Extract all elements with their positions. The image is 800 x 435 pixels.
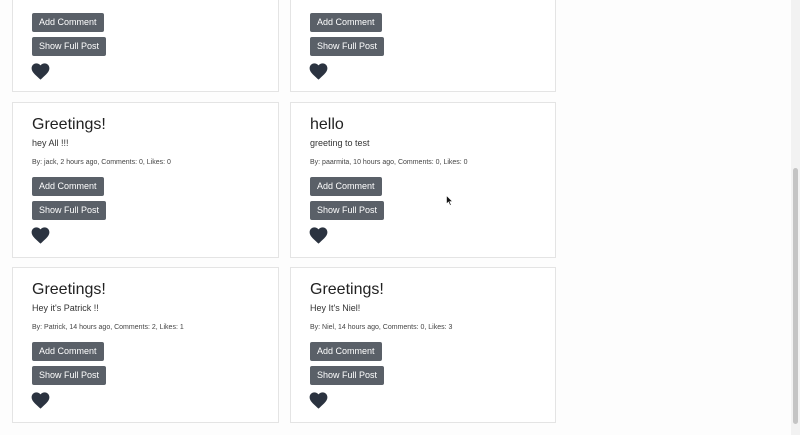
post-card-partial: Add Comment Show Full Post — [290, 0, 556, 92]
post-title: hello — [310, 116, 344, 133]
show-full-post-button[interactable]: Show Full Post — [32, 366, 107, 385]
post-meta: By: Niel, 14 hours ago, Comments: 0, Lik… — [310, 324, 453, 331]
show-full-post-button[interactable]: Show Full Post — [32, 201, 107, 220]
post-meta: By: jack, 2 hours ago, Comments: 0, Like… — [32, 159, 171, 166]
post-card: Greetings! Hey it's Patrick !! By: Patri… — [12, 267, 279, 423]
post-meta: By: Patrick, 14 hours ago, Comments: 2, … — [32, 324, 184, 331]
add-comment-button[interactable]: Add Comment — [32, 13, 104, 32]
post-card: hello greeting to test By: paarmita, 10 … — [290, 102, 556, 258]
post-body: hey All !!! — [32, 138, 69, 148]
heart-icon[interactable] — [31, 63, 50, 80]
add-comment-button[interactable]: Add Comment — [310, 342, 382, 361]
post-card: Greetings! Hey It's Niel! By: Niel, 14 h… — [290, 267, 556, 423]
heart-icon[interactable] — [309, 63, 328, 80]
show-full-post-button[interactable]: Show Full Post — [310, 201, 385, 220]
show-full-post-button[interactable]: Show Full Post — [32, 37, 107, 56]
post-body: greeting to test — [310, 138, 370, 148]
mouse-cursor-icon — [446, 195, 453, 206]
post-title: Greetings! — [32, 116, 106, 133]
add-comment-button[interactable]: Add Comment — [32, 342, 104, 361]
post-card-partial: Add Comment Show Full Post — [12, 0, 279, 92]
heart-icon[interactable] — [309, 392, 328, 409]
posts-grid: Add Comment Show Full Post Add Comment S… — [0, 0, 556, 435]
show-full-post-button[interactable]: Show Full Post — [310, 37, 385, 56]
post-title: Greetings! — [32, 281, 106, 298]
post-body: Hey it's Patrick !! — [32, 303, 99, 313]
scrollbar-thumb[interactable] — [793, 168, 798, 424]
post-title: Greetings! — [310, 281, 384, 298]
add-comment-button[interactable]: Add Comment — [32, 177, 104, 196]
heart-icon[interactable] — [31, 392, 50, 409]
show-full-post-button[interactable]: Show Full Post — [310, 366, 385, 385]
add-comment-button[interactable]: Add Comment — [310, 13, 382, 32]
post-body: Hey It's Niel! — [310, 303, 361, 313]
heart-icon[interactable] — [309, 227, 328, 244]
post-meta: By: paarmita, 10 hours ago, Comments: 0,… — [310, 159, 468, 166]
post-card: Greetings! hey All !!! By: jack, 2 hours… — [12, 102, 279, 258]
add-comment-button[interactable]: Add Comment — [310, 177, 382, 196]
heart-icon[interactable] — [31, 227, 50, 244]
